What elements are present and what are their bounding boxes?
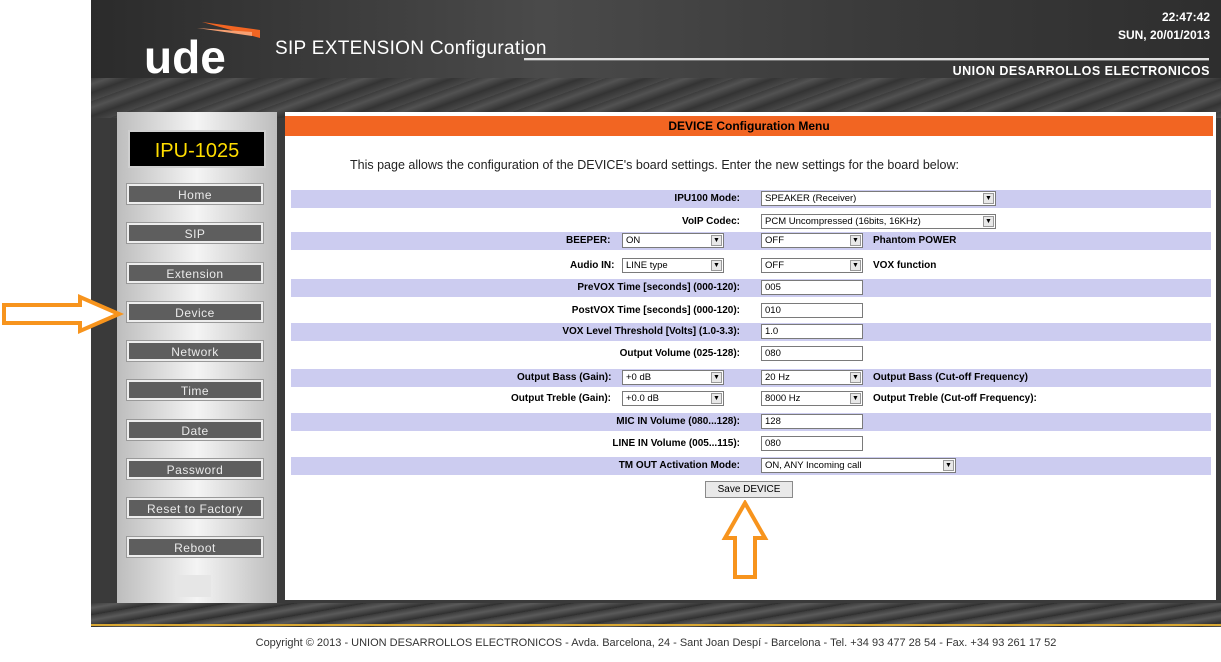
prevox-label: PreVOX Time [seconds] (000-120): xyxy=(577,282,740,293)
chevron-down-icon: ▼ xyxy=(711,260,722,271)
chevron-down-icon: ▼ xyxy=(983,193,994,204)
form-row-line-in-volume: LINE IN Volume (005...115): 080 xyxy=(291,435,1211,453)
output-bass-gain-label: Output Bass (Gain): xyxy=(517,372,612,383)
mic-in-volume-label: MIC IN Volume (080...128): xyxy=(616,416,740,427)
phantom-power-value: OFF xyxy=(765,235,784,246)
output-treble-freq-select[interactable]: 8000 Hz ▼ xyxy=(761,391,863,406)
sidebar-item-network[interactable]: Network xyxy=(127,341,263,361)
line-in-volume-label: LINE IN Volume (005...115): xyxy=(612,438,740,449)
sidebar-item-extension[interactable]: Extension xyxy=(127,263,263,283)
sidebar-footer-block xyxy=(175,575,211,597)
phantom-power-select[interactable]: OFF ▼ xyxy=(761,233,863,248)
ipu100-mode-label: IPU100 Mode: xyxy=(674,193,740,204)
sidebar-item-date[interactable]: Date xyxy=(127,420,263,440)
beeper-value: ON xyxy=(626,235,641,246)
page-title: DEVICE Configuration Menu xyxy=(285,116,1213,136)
voip-codec-select[interactable]: PCM Uncompressed (16bits, 16KHz) ▼ xyxy=(761,214,996,229)
sidebar-item-sip[interactable]: SIP xyxy=(127,223,263,243)
sidebar-item-home[interactable]: Home xyxy=(127,184,263,204)
output-treble-gain-value: +0.0 dB xyxy=(626,393,660,404)
ipu100-mode-value: SPEAKER (Receiver) xyxy=(765,193,857,204)
clock: 22:47:42 SUN, 20/01/2013 xyxy=(1118,8,1210,44)
chevron-down-icon: ▼ xyxy=(850,393,861,404)
prevox-input[interactable]: 005 xyxy=(761,280,863,295)
form-row-tm-out-mode: TM OUT Activation Mode: ON, ANY Incoming… xyxy=(291,457,1211,475)
company-name: UNION DESARROLLOS ELECTRONICOS xyxy=(952,64,1210,78)
tm-out-mode-label: TM OUT Activation Mode: xyxy=(618,460,740,471)
vox-function-value: OFF xyxy=(765,260,784,271)
form-row-postvox: PostVOX Time [seconds] (000-120): 010 xyxy=(291,302,1211,320)
chevron-down-icon: ▼ xyxy=(850,372,861,383)
output-treble-gain-label: Output Treble (Gain): xyxy=(511,393,611,404)
ude-logo: ude xyxy=(144,22,260,78)
postvox-label: PostVOX Time [seconds] (000-120): xyxy=(571,305,740,316)
app-title: SIP EXTENSION Configuration xyxy=(275,38,547,59)
arrow-right-icon xyxy=(2,293,124,335)
chevron-down-icon: ▼ xyxy=(711,235,722,246)
device-id-badge: IPU-1025 xyxy=(128,130,266,168)
form-row-output-treble: Output Treble (Gain): +0.0 dB ▼ 8000 Hz … xyxy=(291,390,1211,408)
save-device-button[interactable]: Save DEVICE xyxy=(705,481,793,498)
header-divider-shadow xyxy=(524,60,1209,61)
postvox-input[interactable]: 010 xyxy=(761,303,863,318)
form-row-voip-codec: VoIP Codec: PCM Uncompressed (16bits, 16… xyxy=(291,213,1211,231)
chevron-down-icon: ▼ xyxy=(943,460,954,471)
vox-function-label: VOX function xyxy=(873,260,937,271)
audio-in-label: Audio IN: xyxy=(570,260,615,271)
form-row-vox-threshold: VOX Level Threshold [Volts] (1.0-3.3): 1… xyxy=(291,323,1211,341)
sidebar-item-reset-to-factory[interactable]: Reset to Factory xyxy=(127,498,263,518)
chevron-down-icon: ▼ xyxy=(850,260,861,271)
output-bass-freq-label: Output Bass (Cut-off Frequency) xyxy=(873,372,1028,383)
footer-divider xyxy=(91,624,1221,626)
output-volume-label: Output Volume (025-128): xyxy=(619,348,740,359)
mic-in-volume-input[interactable]: 128 xyxy=(761,414,863,429)
intro-text: This page allows the configuration of th… xyxy=(350,158,959,172)
vox-threshold-label: VOX Level Threshold [Volts] (1.0-3.3): xyxy=(562,326,740,337)
clock-date: SUN, 20/01/2013 xyxy=(1117,28,1210,42)
sidebar-item-password[interactable]: Password xyxy=(127,459,263,479)
sidebar-item-reboot[interactable]: Reboot xyxy=(127,537,263,557)
tm-out-mode-value: ON, ANY Incoming call xyxy=(765,460,862,471)
chevron-down-icon: ▼ xyxy=(983,216,994,227)
tm-out-mode-select[interactable]: ON, ANY Incoming call ▼ xyxy=(761,458,956,473)
line-in-volume-input[interactable]: 080 xyxy=(761,436,863,451)
output-treble-gain-select[interactable]: +0.0 dB ▼ xyxy=(622,391,724,406)
output-bass-gain-select[interactable]: +0 dB ▼ xyxy=(622,370,724,385)
ipu100-mode-select[interactable]: SPEAKER (Receiver) ▼ xyxy=(761,191,996,206)
output-treble-freq-label: Output Treble (Cut-off Frequency): xyxy=(873,393,1037,404)
beeper-select[interactable]: ON ▼ xyxy=(622,233,724,248)
footer-copyright: Copyright © 2013 - UNION DESARROLLOS ELE… xyxy=(91,627,1221,662)
sidebar-item-time[interactable]: Time xyxy=(127,380,263,400)
form-row-output-volume: Output Volume (025-128): 080 xyxy=(291,345,1211,363)
output-bass-freq-value: 20 Hz xyxy=(765,372,790,383)
form-row-ipu100-mode: IPU100 Mode: SPEAKER (Receiver) ▼ xyxy=(291,190,1211,208)
output-treble-freq-value: 8000 Hz xyxy=(765,393,801,404)
audio-in-value: LINE type xyxy=(626,260,668,271)
voip-codec-value: PCM Uncompressed (16bits, 16KHz) xyxy=(765,216,921,227)
form-row-mic-in-volume: MIC IN Volume (080...128): 128 xyxy=(291,413,1211,431)
clock-time: 22:47:42 xyxy=(1161,10,1210,24)
vox-function-select[interactable]: OFF ▼ xyxy=(761,258,863,273)
arrow-up-icon xyxy=(721,500,769,579)
form-row-prevox: PreVOX Time [seconds] (000-120): 005 xyxy=(291,279,1211,297)
svg-text:ude: ude xyxy=(144,31,226,78)
audio-in-select[interactable]: LINE type ▼ xyxy=(622,258,724,273)
form-row-beeper: BEEPER: ON ▼ OFF ▼ Phantom POWER xyxy=(291,232,1211,250)
form-row-output-bass: Output Bass (Gain): +0 dB ▼ 20 Hz ▼ Outp… xyxy=(291,369,1211,387)
chevron-down-icon: ▼ xyxy=(711,372,722,383)
output-bass-gain-value: +0 dB xyxy=(626,372,652,383)
phantom-power-label: Phantom POWER xyxy=(873,235,957,246)
output-volume-input[interactable]: 080 xyxy=(761,346,863,361)
vox-threshold-input[interactable]: 1.0 xyxy=(761,324,863,339)
chevron-down-icon: ▼ xyxy=(711,393,722,404)
voip-codec-label: VoIP Codec: xyxy=(682,216,740,227)
output-bass-freq-select[interactable]: 20 Hz ▼ xyxy=(761,370,863,385)
chevron-down-icon: ▼ xyxy=(850,235,861,246)
beeper-label: BEEPER: xyxy=(566,235,611,246)
form-row-audio-in: Audio IN: LINE type ▼ OFF ▼ VOX function xyxy=(291,257,1211,275)
sidebar-item-device[interactable]: Device xyxy=(127,302,263,322)
